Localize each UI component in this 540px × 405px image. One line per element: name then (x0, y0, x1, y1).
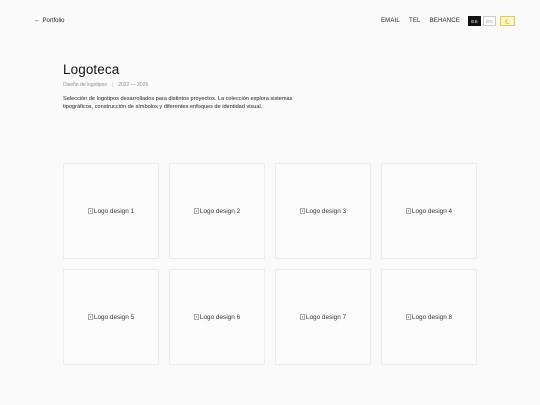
gallery-item[interactable]: Logo design 6 (169, 269, 265, 365)
broken-image-icon (405, 314, 411, 320)
broken-image: Logo design 7 (299, 313, 347, 321)
broken-image-icon (87, 208, 93, 214)
broken-image: Logo design 1 (87, 207, 135, 215)
theme-toggle-button[interactable] (500, 16, 515, 26)
broken-image-icon (405, 208, 411, 214)
top-nav: EMAIL TEL BEHANCE ES EN (381, 16, 515, 26)
broken-image: Logo design 3 (299, 207, 347, 215)
broken-image: Logo design 8 (405, 313, 453, 321)
image-alt-text: Logo design 5 (93, 313, 135, 321)
back-to-portfolio-link[interactable]: ← Portfolio (34, 17, 65, 25)
image-alt-text: Logo design 4 (411, 207, 453, 215)
broken-image-icon (193, 208, 199, 214)
image-alt-text: Logo design 2 (199, 207, 241, 215)
page-title: Logoteca (63, 62, 120, 77)
lang-es-button[interactable]: ES (468, 16, 481, 26)
behance-link[interactable]: BEHANCE (430, 18, 460, 24)
broken-image-icon (193, 314, 199, 320)
project-years: 2022 — 2026 (118, 82, 149, 88)
tel-link[interactable]: TEL (409, 18, 421, 24)
project-meta: Diseño de logotipos | 2022 — 2026 (63, 82, 323, 88)
broken-image: Logo design 6 (193, 313, 241, 321)
gallery-item[interactable]: Logo design 7 (275, 269, 371, 365)
image-alt-text: Logo design 6 (199, 313, 241, 321)
broken-image: Logo design 4 (405, 207, 453, 215)
meta-divider: | (111, 82, 114, 88)
gallery-item[interactable]: Logo design 8 (381, 269, 477, 365)
arrow-left-icon: ← (34, 17, 41, 24)
broken-image-icon (299, 208, 305, 214)
top-bar: ← Portfolio EMAIL TEL BEHANCE ES EN (0, 0, 540, 44)
gallery-item[interactable]: Logo design 4 (381, 163, 477, 259)
image-alt-text: Logo design 1 (93, 207, 135, 215)
gallery-item[interactable]: Logo design 5 (63, 269, 159, 365)
project-category: Diseño de logotipos (63, 82, 107, 88)
broken-image: Logo design 2 (193, 207, 241, 215)
email-link[interactable]: EMAIL (381, 18, 400, 24)
logo-gallery: Logo design 1 Logo design 2 Logo design … (63, 163, 477, 365)
back-link-label: Portfolio (42, 18, 65, 25)
lang-en-button[interactable]: EN (483, 16, 496, 26)
page-header: Logoteca Diseño de logotipos | 2022 — 20… (63, 62, 323, 112)
image-alt-text: Logo design 3 (305, 207, 347, 215)
gallery-item[interactable]: Logo design 2 (169, 163, 265, 259)
image-alt-text: Logo design 7 (305, 313, 347, 321)
broken-image-icon (87, 314, 93, 320)
project-description: Selección de logotipos desarrollados par… (63, 96, 293, 111)
broken-image-icon (299, 314, 305, 320)
moon-icon (505, 18, 511, 24)
image-alt-text: Logo design 8 (411, 313, 453, 321)
gallery-item[interactable]: Logo design 1 (63, 163, 159, 259)
gallery-item[interactable]: Logo design 3 (275, 163, 371, 259)
broken-image: Logo design 5 (87, 313, 135, 321)
